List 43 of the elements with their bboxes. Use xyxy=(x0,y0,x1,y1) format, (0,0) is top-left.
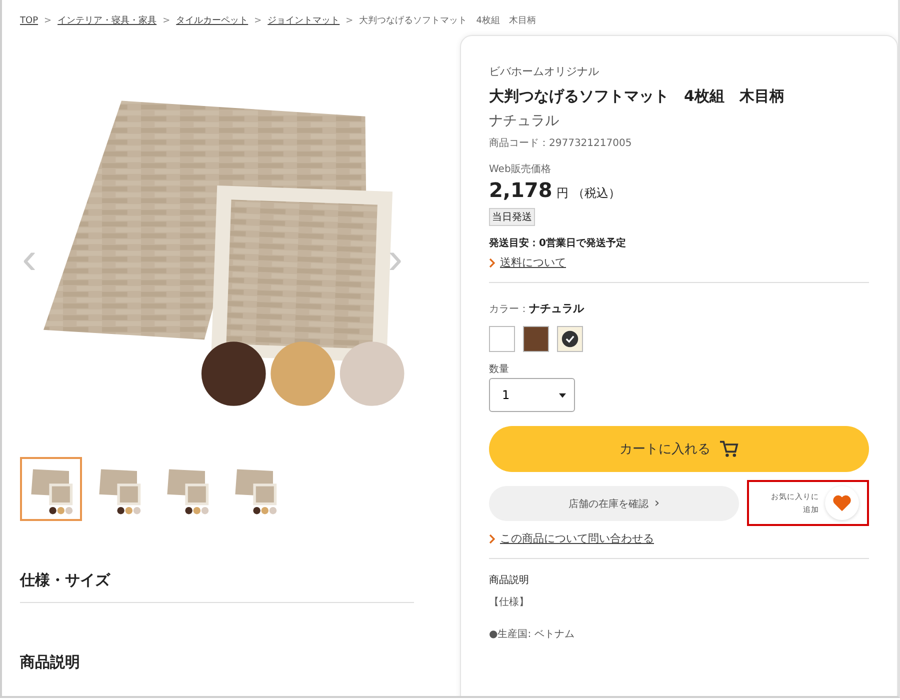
inquiry-link[interactable]: この商品について問い合わせる xyxy=(500,531,654,546)
section-heading: 仕様・サイズ xyxy=(20,571,414,603)
color-swatch[interactable] xyxy=(523,326,549,352)
currency: 円 xyxy=(556,185,568,202)
product-variant: ナチュラル xyxy=(489,112,559,130)
color-label: カラー： xyxy=(489,303,529,316)
breadcrumb-current: 大判つなげるソフトマット 4枚組 木目柄 xyxy=(359,14,536,27)
price: 2,178 xyxy=(489,178,552,202)
breadcrumb-separator: > xyxy=(346,16,354,26)
quantity-select[interactable]: 1 xyxy=(489,378,575,412)
quantity-label: 数量 xyxy=(489,363,509,376)
shipping-fee-link[interactable]: 送料について xyxy=(500,255,566,270)
breadcrumb-link[interactable]: インテリア・寝具・家具 xyxy=(58,14,157,27)
breadcrumb-separator: > xyxy=(44,16,52,26)
same-day-shipping-badge: 当日発送 xyxy=(489,208,535,226)
add-to-favorites-button[interactable] xyxy=(825,486,859,520)
image-thumbnail[interactable] xyxy=(20,457,82,521)
color-value: ナチュラル xyxy=(529,301,584,316)
breadcrumb-separator: > xyxy=(254,16,262,26)
color-swatch[interactable] xyxy=(557,326,583,352)
chevron-icon xyxy=(489,534,495,544)
check-icon xyxy=(561,330,579,348)
tax-note: （税込） xyxy=(572,185,620,202)
breadcrumb-link[interactable]: タイルカーペット xyxy=(176,14,248,27)
cart-icon xyxy=(718,440,738,458)
breadcrumb-link[interactable]: TOP xyxy=(20,16,38,26)
section-heading: 商品説明 xyxy=(20,653,81,672)
breadcrumb-separator: > xyxy=(162,16,170,26)
brand-name: ビバホームオリジナル xyxy=(489,64,599,79)
price-label: Web販売価格 xyxy=(489,162,551,176)
add-to-cart-button[interactable]: カートに入れる xyxy=(489,426,869,472)
description-heading: 商品説明 xyxy=(489,574,529,587)
chevron-icon xyxy=(489,258,495,268)
breadcrumb-link[interactable]: ジョイントマット xyxy=(268,14,340,27)
heart-icon xyxy=(832,494,852,512)
dropdown-caret-icon xyxy=(559,392,566,398)
description-text: 【仕様】 xyxy=(489,596,529,609)
check-store-stock-button[interactable]: 店舗の在庫を確認 › xyxy=(489,486,739,520)
product-title: 大判つなげるソフトマット 4枚組 木目柄 xyxy=(489,87,784,106)
color-swatch[interactable] xyxy=(489,326,515,352)
description-text: ●生産国: ベトナム xyxy=(489,628,574,641)
shipping-estimate: 発送目安：0営業日で発送予定 xyxy=(489,236,626,250)
product-code: 商品コード：2977321217005 xyxy=(489,136,632,150)
